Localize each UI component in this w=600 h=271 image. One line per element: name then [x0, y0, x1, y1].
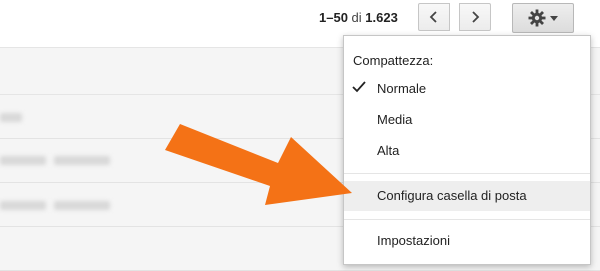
density-label: Compattezza:	[353, 53, 434, 68]
prev-page-button[interactable]	[418, 3, 450, 31]
blurred-text	[0, 201, 46, 210]
chevron-right-icon	[472, 11, 480, 23]
blurred-text	[0, 156, 46, 165]
density-option-media[interactable]: Media	[344, 105, 590, 135]
caret-down-icon	[550, 15, 558, 21]
next-page-button[interactable]	[459, 3, 491, 31]
pagination-total: 1.623	[365, 10, 398, 25]
configure-inbox-item[interactable]: Configura casella di posta	[344, 181, 590, 211]
pagination-info: 1–50 di 1.623	[319, 10, 398, 25]
gear-icon	[528, 9, 546, 27]
density-option-normale[interactable]: Normale	[344, 74, 590, 104]
menu-divider	[344, 173, 590, 174]
settings-item[interactable]: Impostazioni	[344, 226, 590, 256]
settings-button[interactable]	[512, 3, 574, 33]
blurred-text	[54, 156, 110, 165]
pagination-of: di	[351, 10, 362, 25]
chevron-left-icon	[429, 11, 437, 23]
pagination-range: 1–50	[319, 10, 348, 25]
menu-divider	[344, 219, 590, 220]
settings-menu: Compattezza: Normale Media Alta Configur…	[343, 35, 591, 265]
blurred-text	[0, 113, 22, 122]
blurred-text	[54, 201, 110, 210]
density-option-alta[interactable]: Alta	[344, 136, 590, 166]
